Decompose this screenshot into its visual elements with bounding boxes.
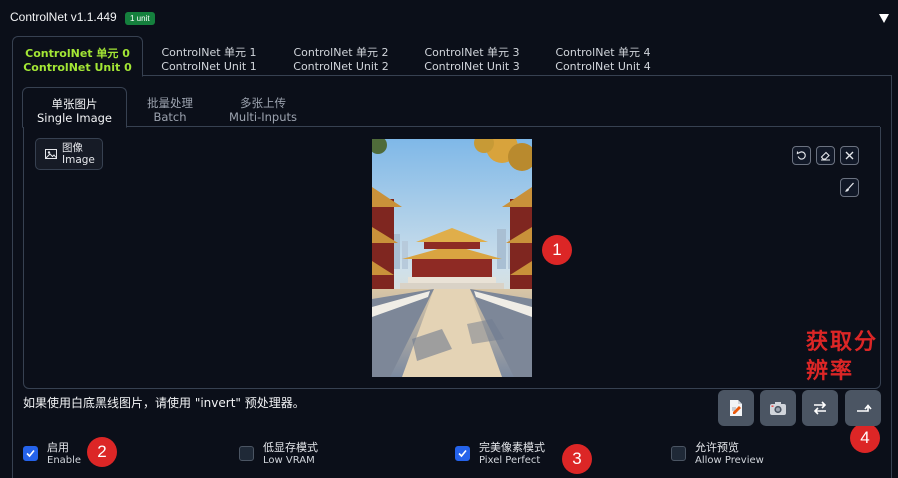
marker-3: 3 xyxy=(562,444,592,474)
marker-1: 1 xyxy=(542,235,572,265)
tab-unit-2-label-en: ControlNet Unit 2 xyxy=(293,60,389,73)
tab-unit-4-label-en: ControlNet Unit 4 xyxy=(555,60,651,73)
marker-2: 2 xyxy=(87,437,117,467)
triangle-down-icon[interactable] xyxy=(878,12,890,24)
camera-icon xyxy=(770,402,786,415)
enable-label-en: Enable xyxy=(47,455,82,466)
check-icon xyxy=(458,449,467,458)
tab-unit-4[interactable]: ControlNet 单元 4 ControlNet Unit 4 xyxy=(542,36,664,76)
uploaded-image[interactable] xyxy=(372,139,532,377)
pixel-perfect-checkbox[interactable] xyxy=(455,446,470,461)
open-new-canvas-button[interactable] xyxy=(718,390,754,426)
send-size-icon xyxy=(857,404,872,412)
allow-preview-label-en: Allow Preview xyxy=(695,455,764,466)
image-label-en: Image xyxy=(62,154,95,166)
low-vram-label-zh: 低显存模式 xyxy=(263,441,318,454)
enable-checkbox[interactable] xyxy=(23,446,38,461)
tab-single-image-label-en: Single Image xyxy=(36,111,113,125)
eraser-button[interactable] xyxy=(816,146,835,165)
undo-icon xyxy=(796,151,806,160)
tab-batch-label-en: Batch xyxy=(153,110,187,124)
brush-button[interactable] xyxy=(840,178,859,197)
edit-document-icon xyxy=(730,400,742,416)
tab-batch-label-zh: 批量处理 xyxy=(147,96,193,110)
check-icon xyxy=(26,449,35,458)
low-vram-label-en: Low VRAM xyxy=(263,455,315,466)
tab-unit-0-label-zh: ControlNet 单元 0 xyxy=(25,47,130,60)
pixel-perfect-label-en: Pixel Perfect xyxy=(479,455,541,466)
tab-unit-3[interactable]: ControlNet 单元 3 ControlNet Unit 3 xyxy=(411,36,533,76)
brush-icon xyxy=(845,182,854,192)
allow-preview-label-zh: 允许预览 xyxy=(695,441,739,454)
send-dimensions-button[interactable] xyxy=(845,390,881,426)
image-block-label: 图像 Image xyxy=(35,138,103,170)
tab-batch[interactable]: 批量处理 Batch xyxy=(134,87,206,127)
tab-unit-3-label-zh: ControlNet 单元 3 xyxy=(424,46,520,59)
eraser-icon xyxy=(820,151,830,161)
tab-unit-1-label-zh: ControlNet 单元 1 xyxy=(161,46,257,59)
invert-hint-text: 如果使用白底黑线图片，请使用 "invert" 预处理器。 xyxy=(23,396,305,410)
tab-unit-1[interactable]: ControlNet 单元 1 ControlNet Unit 1 xyxy=(148,36,270,76)
enable-label-zh: 启用 xyxy=(47,441,69,454)
tab-multi-inputs-label-zh: 多张上传 xyxy=(240,96,286,110)
input-mode-tabs: 单张图片 Single Image 批量处理 Batch 多张上传 Multi-… xyxy=(22,87,880,128)
tab-unit-3-label-en: ControlNet Unit 3 xyxy=(424,60,520,73)
tab-unit-1-label-en: ControlNet Unit 1 xyxy=(161,60,257,73)
marker-4: 4 xyxy=(850,423,880,453)
pixel-perfect-label-zh: 完美像素模式 xyxy=(479,441,545,454)
unit-count-badge: 1 unit xyxy=(125,12,155,25)
tab-multi-inputs-label-en: Multi-Inputs xyxy=(228,110,298,124)
clear-image-button[interactable] xyxy=(840,146,859,165)
tab-unit-0-label-en: ControlNet Unit 0 xyxy=(23,61,132,74)
controlnet-header[interactable]: ControlNet v1.1.449 1 unit xyxy=(0,0,898,36)
tab-single-image-label-zh: 单张图片 xyxy=(51,97,98,111)
image-icon xyxy=(45,149,57,159)
mirror-webcam-button[interactable] xyxy=(802,390,838,426)
app-title: ControlNet v1.1.449 xyxy=(10,10,117,24)
tab-unit-0[interactable]: ControlNet 单元 0 ControlNet Unit 0 xyxy=(12,36,143,77)
tab-multi-inputs[interactable]: 多张上传 Multi-Inputs xyxy=(220,87,306,127)
swap-icon xyxy=(813,401,827,415)
tab-unit-4-label-zh: ControlNet 单元 4 xyxy=(555,46,651,59)
low-vram-checkbox[interactable] xyxy=(239,446,254,461)
undo-button[interactable] xyxy=(792,146,811,165)
tab-single-image[interactable]: 单张图片 Single Image xyxy=(22,87,127,128)
webcam-button[interactable] xyxy=(760,390,796,426)
image-label-zh: 图像 xyxy=(62,142,83,154)
annotation-get-resolution: 获取分辨率 xyxy=(806,330,879,384)
unit-tabs: ControlNet 单元 0 ControlNet Unit 0 Contro… xyxy=(12,36,892,77)
tab-unit-2[interactable]: ControlNet 单元 2 ControlNet Unit 2 xyxy=(280,36,402,76)
tab-unit-2-label-zh: ControlNet 单元 2 xyxy=(293,46,389,59)
allow-preview-checkbox[interactable] xyxy=(671,446,686,461)
close-icon xyxy=(845,151,854,160)
